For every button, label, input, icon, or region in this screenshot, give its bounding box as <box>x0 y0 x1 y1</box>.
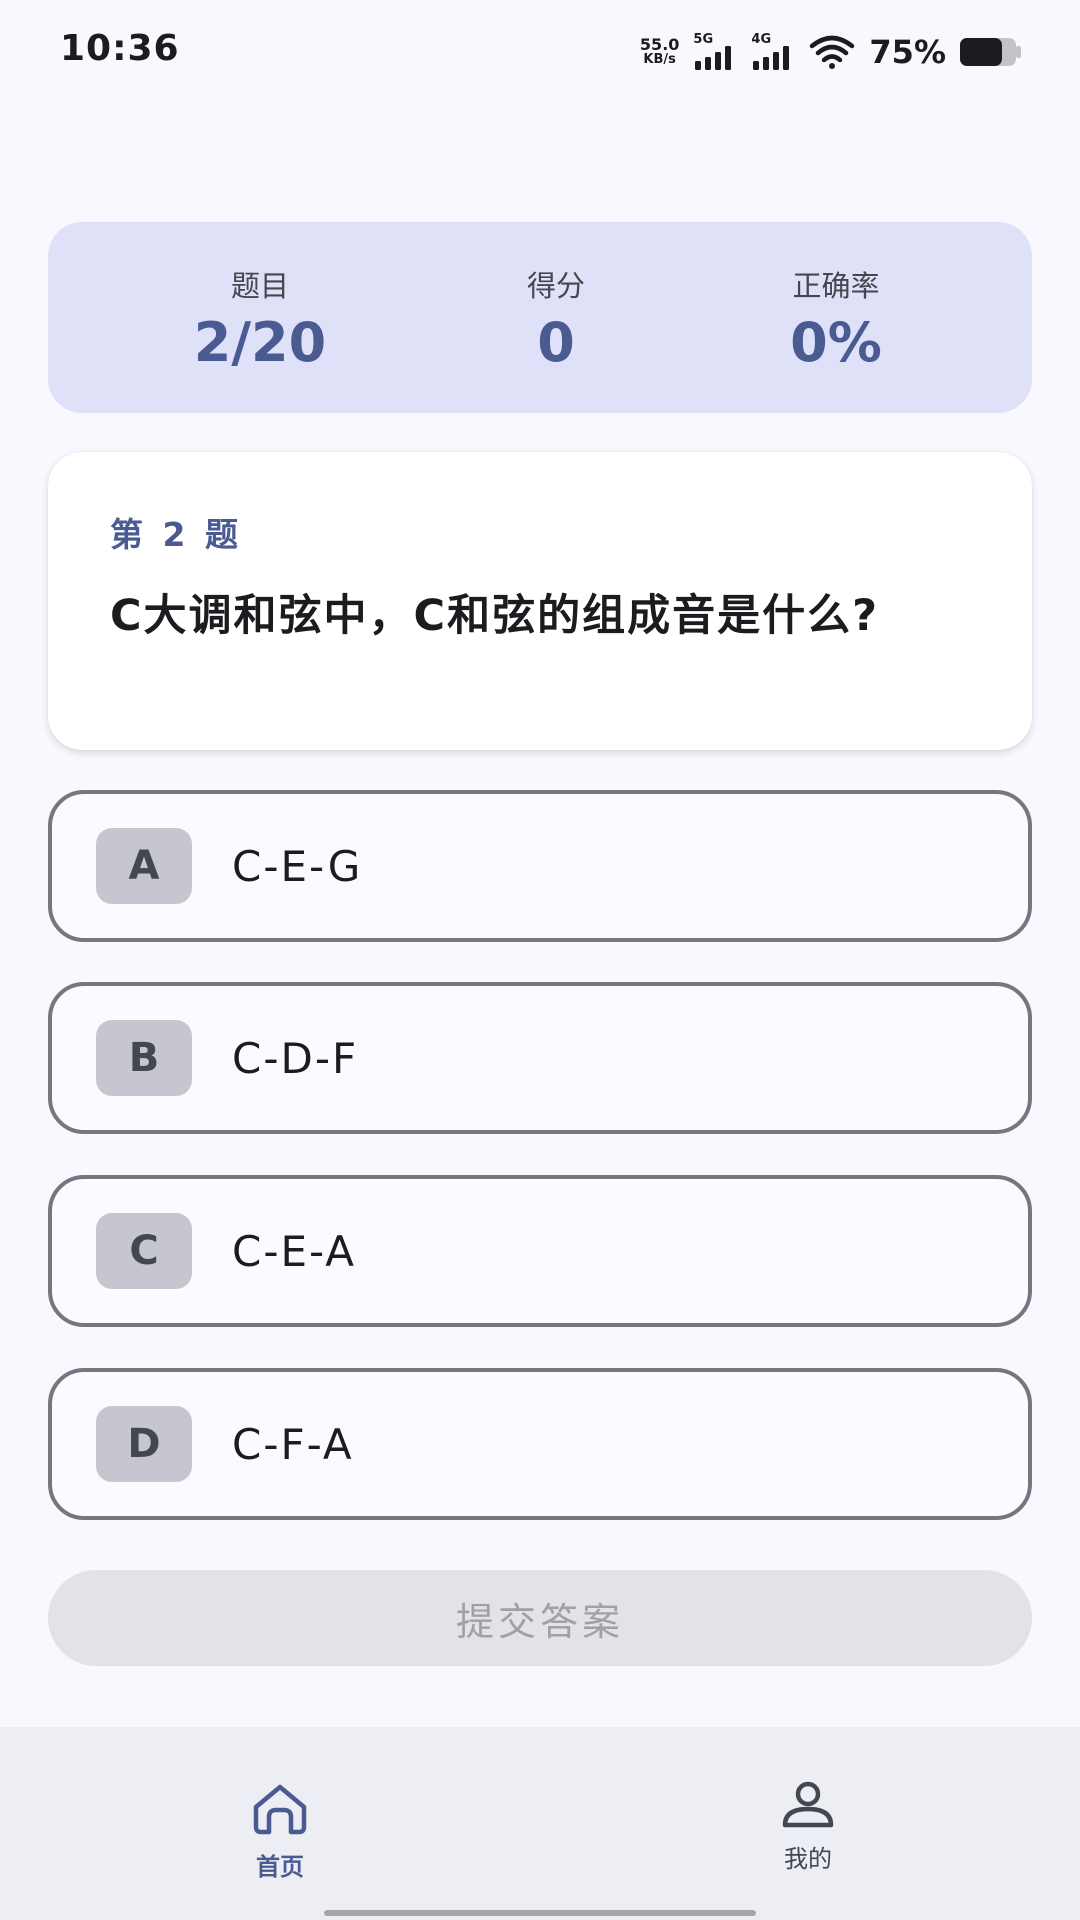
nav-profile-label: 我的 <box>784 1845 832 1873</box>
signal-4g-icon: 4G <box>751 32 795 72</box>
nav-item-home[interactable]: 首页 <box>130 1727 430 1887</box>
stat-score-value: 0 <box>537 311 575 374</box>
option-letter-badge: D <box>96 1406 192 1482</box>
gesture-handle <box>324 1910 756 1916</box>
question-number: 第 2 题 <box>110 515 242 554</box>
stat-score: 得分 0 <box>436 268 676 374</box>
option-text: C-E-A <box>232 1226 356 1276</box>
network-speed-value: 55.0 <box>639 35 680 54</box>
option-text: C-D-F <box>232 1033 359 1083</box>
question-text: C大调和弦中，C和弦的组成音是什么? <box>110 591 880 641</box>
person-icon <box>782 1781 834 1828</box>
submit-answer-button[interactable]: 提交答案 <box>48 1570 1032 1666</box>
option-letter-badge: B <box>96 1020 192 1096</box>
wifi-icon <box>810 35 855 69</box>
quiz-stats-card: 题目 2/20 得分 0 正确率 0% <box>48 222 1032 413</box>
battery-icon <box>960 38 1021 66</box>
home-icon <box>253 1784 307 1835</box>
option-letter-badge: A <box>96 828 192 904</box>
option-d-button[interactable]: D C-F-A <box>48 1368 1032 1520</box>
signal-5g-icon: 5G <box>693 32 737 72</box>
bottom-navigation: 首页 我的 <box>0 1727 1080 1920</box>
option-a-button[interactable]: A C-E-G <box>48 790 1032 942</box>
nav-item-profile[interactable]: 我的 <box>658 1727 958 1887</box>
stat-accuracy: 正确率 0% <box>716 268 956 374</box>
stat-question-progress: 题目 2/20 <box>140 268 380 374</box>
nav-home-label: 首页 <box>256 1853 304 1881</box>
option-c-button[interactable]: C C-E-A <box>48 1175 1032 1327</box>
question-card: 第 2 题 C大调和弦中，C和弦的组成音是什么? <box>48 452 1032 750</box>
option-text: C-E-G <box>232 841 363 891</box>
stat-accuracy-value: 0% <box>790 311 882 374</box>
status-time: 10:36 <box>60 28 180 69</box>
status-icons: 55.0 KB/s 5G 4G 75% <box>639 30 1021 74</box>
stat-question-label: 题目 <box>230 269 289 303</box>
stat-question-value: 2/20 <box>193 311 327 374</box>
network-speed: 55.0 KB/s <box>639 35 680 68</box>
option-letter-badge: C <box>96 1213 192 1289</box>
option-b-button[interactable]: B C-D-F <box>48 982 1032 1134</box>
stat-accuracy-label: 正确率 <box>792 269 880 303</box>
battery-percent: 75% <box>869 33 946 71</box>
signal-5g-label: 5G <box>693 32 714 47</box>
signal-4g-label: 4G <box>751 32 772 47</box>
stat-score-label: 得分 <box>526 269 585 303</box>
option-text: C-F-A <box>232 1419 354 1469</box>
network-speed-unit: KB/s <box>643 52 676 67</box>
status-bar: 10:36 55.0 KB/s 5G 4G 75% <box>0 0 1080 104</box>
